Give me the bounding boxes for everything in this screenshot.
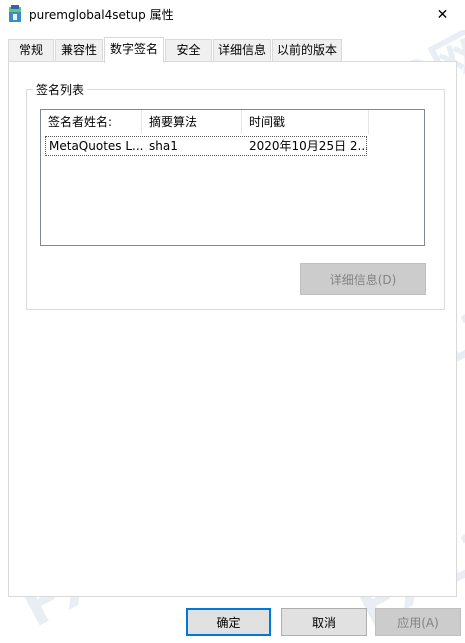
apply-button[interactable]: 应用(A) xyxy=(375,608,461,636)
column-header-signer[interactable]: 签名者姓名: xyxy=(41,110,142,134)
tab-compatibility[interactable]: 兼容性 xyxy=(55,39,103,61)
list-header: 签名者姓名: 摘要算法 时间戳 xyxy=(41,110,424,134)
table-row[interactable]: MetaQuotes L... sha1 2020年10月25日 2... xyxy=(45,136,367,156)
tab-general[interactable]: 常规 xyxy=(8,39,54,61)
signer-name-cell: MetaQuotes L... xyxy=(49,139,144,153)
timestamp-cell: 2020年10月25日 2... xyxy=(249,139,367,153)
close-icon: ✕ xyxy=(436,7,449,23)
algorithm-cell: sha1 xyxy=(149,139,178,153)
window-title: puremglobal4setup 属性 xyxy=(29,8,174,22)
ok-button[interactable]: 确定 xyxy=(186,608,271,636)
column-header-timestamp[interactable]: 时间戳 xyxy=(242,110,369,134)
details-button[interactable]: 详细信息(D) xyxy=(300,263,426,295)
tab-details[interactable]: 详细信息 xyxy=(213,39,271,61)
tab-digital-signatures[interactable]: 数字签名 xyxy=(104,37,164,63)
tab-security[interactable]: 安全 xyxy=(165,39,212,61)
column-header-algorithm[interactable]: 摘要算法 xyxy=(142,110,242,134)
tab-bar: 常规 兼容性 数字签名 安全 详细信息 以前的版本 xyxy=(0,37,465,63)
setup-app-icon xyxy=(8,5,22,23)
signature-list[interactable]: 签名者姓名: 摘要算法 时间戳 MetaQuotes L... sha1 202… xyxy=(40,109,425,246)
title-bar: puremglobal4setup 属性 ✕ xyxy=(0,0,465,30)
cancel-button[interactable]: 取消 xyxy=(281,608,367,636)
close-button[interactable]: ✕ xyxy=(420,0,465,30)
signature-list-label: 签名列表 xyxy=(33,81,88,98)
tab-previous-versions[interactable]: 以前的版本 xyxy=(272,39,342,61)
